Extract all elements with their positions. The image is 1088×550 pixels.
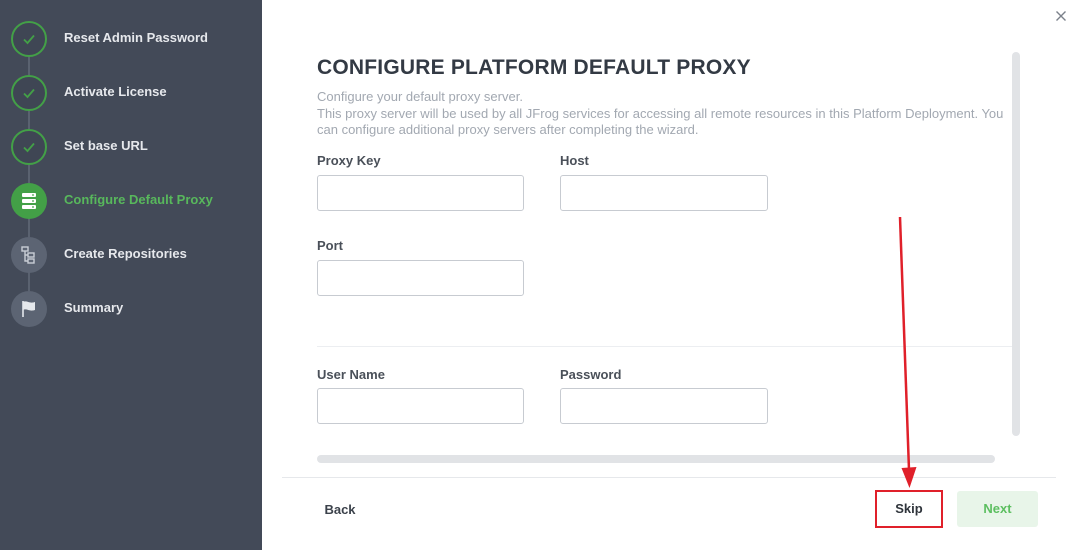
page-description: Configure your default proxy server. Thi… [317,89,1017,139]
host-label: Host [560,153,589,168]
password-input[interactable] [560,388,768,424]
port-label: Port [317,238,343,253]
step-create-repositories[interactable]: Create Repositories [0,228,262,282]
flag-icon [11,291,47,327]
description-line: This proxy server will be used by all JF… [317,105,1004,138]
step-set-base-url[interactable]: Set base URL [0,120,262,174]
step-configure-default-proxy[interactable]: Configure Default Proxy [0,174,262,228]
skip-button[interactable]: Skip [875,490,943,528]
server-icon [11,183,47,219]
step-label: Configure Default Proxy [64,192,213,207]
back-button[interactable]: Back [312,496,368,524]
password-label: Password [560,367,622,382]
horizontal-scrollbar[interactable] [317,455,995,463]
step-summary[interactable]: Summary [0,282,262,336]
proxy-key-input[interactable] [317,175,524,211]
section-divider [317,346,1012,347]
description-line: Configure your default proxy server. [317,89,523,104]
repository-tree-icon [11,237,47,273]
step-label: Create Repositories [64,246,187,261]
wizard-main-panel: CONFIGURE PLATFORM DEFAULT PROXY Configu… [262,0,1088,550]
step-reset-admin-password[interactable]: Reset Admin Password [0,12,262,66]
checkmark-icon [11,75,47,111]
wizard-sidebar: Reset Admin Password Activate License Se… [0,0,262,550]
host-input[interactable] [560,175,768,211]
checkmark-icon [11,21,47,57]
next-button[interactable]: Next [957,491,1038,527]
step-label: Summary [64,300,124,315]
checkmark-icon [11,129,47,165]
vertical-scrollbar[interactable] [1012,52,1020,436]
port-input[interactable] [317,260,524,296]
proxy-key-label: Proxy Key [317,153,381,168]
close-icon[interactable] [1053,8,1069,24]
step-label: Reset Admin Password [64,30,209,45]
step-label: Activate License [64,84,167,99]
user-name-label: User Name [317,367,385,382]
page-title: CONFIGURE PLATFORM DEFAULT PROXY [317,56,751,79]
user-name-input[interactable] [317,388,524,424]
step-label: Set base URL [64,138,148,153]
step-activate-license[interactable]: Activate License [0,66,262,120]
footer-divider [282,477,1056,478]
